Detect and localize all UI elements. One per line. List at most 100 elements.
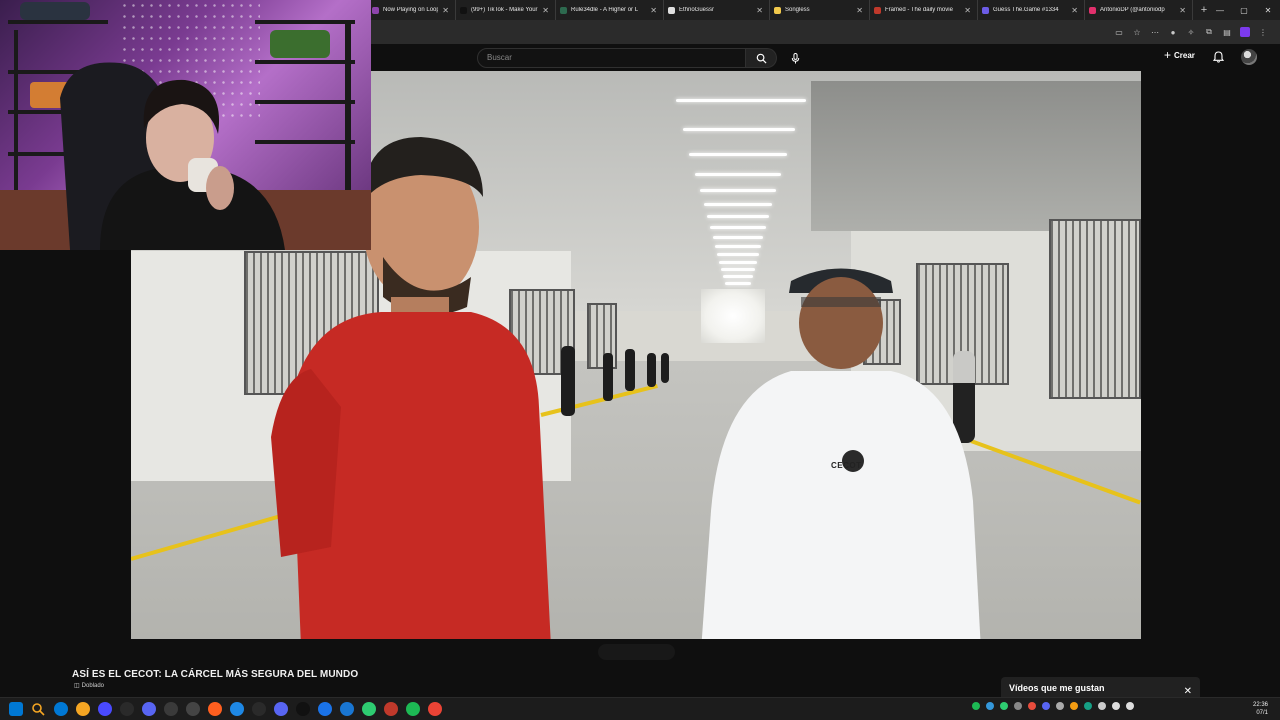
webcam-overlay	[0, 0, 371, 250]
liked-panel-close-button[interactable]: ✕	[1184, 686, 1192, 697]
tray-icon[interactable]	[1098, 702, 1106, 710]
taskbar-app-icon[interactable]	[406, 702, 420, 716]
tab-close-icon[interactable]: ✕	[960, 6, 971, 15]
maximize-button[interactable]: ▢	[1232, 6, 1256, 15]
video-title: ASÍ ES EL CECOT: LA CÁRCEL MÁS SEGURA DE…	[72, 669, 359, 680]
taskbar-app-icon[interactable]	[142, 702, 156, 716]
discord-tray-icon[interactable]	[1042, 702, 1050, 710]
browser-tab[interactable]: EthnoGuessr ✕	[664, 0, 770, 20]
ceiling-light	[683, 128, 795, 131]
clock-time: 22:36	[1252, 702, 1268, 708]
clock[interactable]: 22:36 07/1	[1253, 701, 1268, 717]
system-tray	[972, 702, 1134, 710]
taskbar-app-icon[interactable]	[186, 702, 200, 716]
taskbar-app-icon[interactable]	[208, 702, 222, 716]
close-window-button[interactable]: ✕	[1256, 6, 1280, 15]
taskbar-app-icon[interactable]	[76, 702, 90, 716]
ceiling-light	[710, 226, 766, 229]
taskbar-app-icon[interactable]	[362, 702, 376, 716]
tab-close-icon[interactable]: ✕	[752, 6, 763, 15]
taskbar-app-icon[interactable]	[428, 702, 442, 716]
tab-close-icon[interactable]: ✕	[1175, 6, 1186, 15]
bell-icon	[1212, 51, 1225, 63]
search-icon[interactable]	[31, 702, 45, 716]
guard-figure	[603, 353, 613, 401]
tab-favicon-icon	[372, 6, 379, 14]
tab-title: EthnoGuessr	[679, 7, 715, 13]
collectible-figure	[20, 2, 90, 20]
taskbar-app-icon[interactable]	[164, 702, 178, 716]
ceiling-light	[689, 153, 787, 156]
voice-search-button[interactable]	[786, 49, 804, 67]
bookmark-star-icon[interactable]: ☆	[1128, 28, 1146, 37]
tab-close-icon[interactable]: ✕	[538, 6, 549, 15]
tab-title: AntonioDP (@antoniodp	[1100, 7, 1165, 13]
spotify-tray-icon[interactable]	[972, 702, 980, 710]
shelf	[255, 20, 355, 24]
tray-icon[interactable]	[1056, 702, 1064, 710]
shelf	[14, 30, 18, 200]
tray-icon[interactable]	[1070, 702, 1078, 710]
profile-icon[interactable]	[1240, 27, 1250, 37]
extension-blue-icon[interactable]: ●	[1164, 28, 1182, 37]
tab-list: Now Playing on Loop Sven: Silk Spectre o…	[368, 0, 1193, 20]
taskbar-app-icon[interactable]	[384, 702, 398, 716]
taskbar-app-icon[interactable]	[120, 702, 134, 716]
tray-icon[interactable]	[986, 702, 994, 710]
browser-tab[interactable]: Rule34dle - A Higher or L ✕	[556, 0, 664, 20]
guard-figure	[647, 353, 656, 387]
browser-menu-icon[interactable]: ⋮	[1254, 28, 1272, 37]
ceiling-light	[715, 245, 761, 248]
install-app-icon[interactable]: ▭	[1110, 28, 1128, 37]
taskbar-app-icon[interactable]	[274, 702, 288, 716]
tab-close-icon[interactable]: ✕	[852, 6, 863, 15]
taskbar-app-icon[interactable]	[296, 702, 310, 716]
guard-figure	[561, 346, 575, 416]
window-controls: — ▢ ✕	[1208, 0, 1280, 20]
wifi-icon[interactable]	[1112, 702, 1120, 710]
search-input[interactable]: Buscar	[477, 48, 746, 68]
browser-tab[interactable]: AntonioDP (@antoniodp ✕	[1085, 0, 1193, 20]
browser-tab[interactable]: (99+) TikTok - Make Your D ✕	[456, 0, 556, 20]
taskbar-app-icon[interactable]	[54, 702, 68, 716]
create-label: Crear	[1174, 50, 1195, 60]
create-button[interactable]: + Crear	[1164, 49, 1195, 61]
tray-icon[interactable]	[1014, 702, 1022, 710]
browser-tab[interactable]: Framed - The daily movie ✕	[870, 0, 978, 20]
volume-icon[interactable]	[1126, 702, 1134, 710]
tab-close-icon[interactable]: ✕	[438, 6, 449, 15]
notifications-button[interactable]	[1212, 50, 1225, 68]
taskbar-app-icon[interactable]	[230, 702, 244, 716]
tab-favicon-icon	[874, 6, 881, 14]
browser-tab[interactable]: Now Playing on Loop Sven: Silk Spectre o…	[368, 0, 456, 20]
shelf	[8, 20, 108, 24]
taskbar-app-icon[interactable]	[340, 702, 354, 716]
tray-icon[interactable]	[1000, 702, 1008, 710]
tray-icon[interactable]	[1084, 702, 1092, 710]
minimize-button[interactable]: —	[1208, 6, 1232, 15]
guard-figure	[661, 353, 669, 383]
tab-close-icon[interactable]: ✕	[1067, 6, 1078, 15]
account-avatar[interactable]	[1241, 49, 1257, 65]
collectible-figure	[270, 30, 330, 58]
microphone-icon	[791, 52, 799, 64]
extension-icon[interactable]: ⋯	[1146, 28, 1164, 37]
tab-close-icon[interactable]: ✕	[646, 6, 657, 15]
split-view-icon[interactable]: ⧉	[1200, 27, 1218, 37]
tab-title: Rule34dle - A Higher or L	[571, 7, 639, 13]
dub-label: Doblado	[81, 682, 105, 689]
taskbar-app-icon[interactable]	[318, 702, 332, 716]
video-controls-pill[interactable]	[598, 644, 675, 660]
taskbar-app-icon[interactable]	[98, 702, 112, 716]
dub-badge: ◫ Doblado	[74, 682, 105, 690]
sidebar-icon[interactable]: ▤	[1218, 28, 1236, 37]
browser-tab[interactable]: Songless ✕	[770, 0, 870, 20]
extension-puzzle-icon[interactable]: ✧	[1182, 28, 1200, 37]
browser-tab[interactable]: Guess The.Game #1334 ✕	[978, 0, 1085, 20]
tray-icon[interactable]	[1028, 702, 1036, 710]
windows-taskbar: 22:36 07/1	[0, 697, 1280, 720]
start-icon[interactable]	[9, 702, 23, 716]
tab-title: (99+) TikTok - Make Your D	[471, 7, 539, 13]
search-button[interactable]	[746, 48, 777, 68]
taskbar-app-icon[interactable]	[252, 702, 266, 716]
